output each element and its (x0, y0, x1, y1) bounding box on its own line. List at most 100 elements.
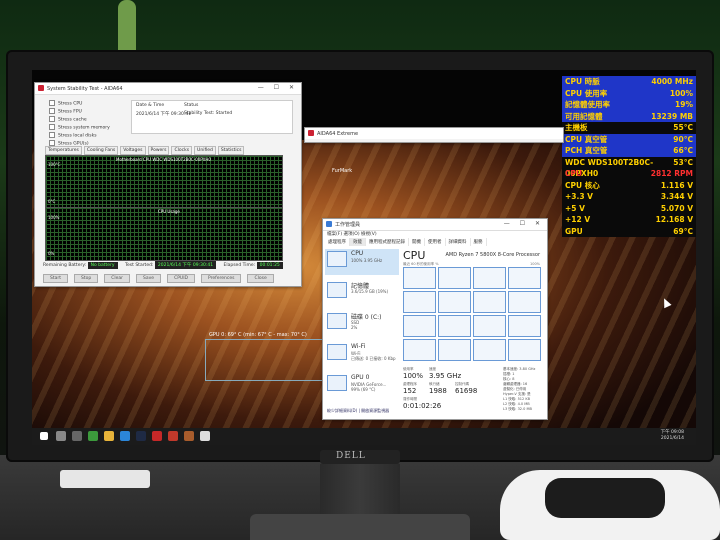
tm-resource-item[interactable]: GPU 0 NVIDIA GeForce... 99% (69 °C) (325, 373, 399, 399)
osd-row: 記憶體使用率 19% (562, 99, 696, 111)
tm-resource-item[interactable]: 磁碟 0 (C:) SSD 2% (325, 311, 399, 337)
task-manager-taskbar-icon[interactable] (200, 431, 210, 441)
cpu-heading: CPU (403, 249, 426, 262)
cpu-model: AMD Ryzen 7 5800X 8-Core Processor (445, 252, 540, 258)
resource-subtitle: 100% 3.95 GHz (351, 258, 383, 263)
furmark-fps-readout: FurMark (332, 168, 353, 174)
wechat-icon[interactable] (88, 431, 98, 441)
checkbox-icon[interactable] (49, 116, 55, 122)
aida-extreme-window[interactable]: AIDA64 Extreme (304, 127, 564, 143)
stress-option[interactable]: Stress FPU (49, 108, 110, 116)
usage-grid (46, 208, 282, 260)
steam-icon[interactable] (136, 431, 146, 441)
checkbox-icon[interactable] (49, 124, 55, 130)
stability-tab[interactable]: Cooling Fans (83, 146, 119, 155)
tm-titlebar[interactable]: 工作管理員 — ☐ ✕ (323, 219, 547, 231)
stress-option-label: Stress CPU (58, 101, 83, 107)
info-status: Stability Test: Started (184, 111, 233, 116)
osd-value: 1.116 V (660, 180, 693, 190)
aida64-taskbar-icon[interactable] (152, 431, 162, 441)
stability-tab[interactable]: Unified (194, 146, 216, 155)
resource-title: GPU 0 (351, 374, 370, 381)
tm-menubar[interactable]: 檔案(F) 選項(O) 檢視(V) (327, 231, 377, 237)
resource-thumbnail (327, 251, 347, 267)
system-tray-clock[interactable]: 下午 09:08 2021/6/14 (661, 430, 684, 442)
stress-options-list[interactable]: Stress CPU Stress FPU Stress cache Stress s… (49, 100, 110, 148)
core-usage-graph (438, 291, 471, 313)
stability-title: System Stability Test - AIDA64 (47, 85, 123, 92)
osd-value: 55°C (673, 123, 693, 132)
osd-row: GPU 69°C (562, 225, 696, 237)
tm-tab[interactable]: 服務 (471, 238, 487, 246)
osd-row: CPU 時脈 4000 MHz (562, 76, 696, 88)
tm-resource-list[interactable]: CPU 100% 3.95 GHz 記憶體 3.6/15.9 GB (19%) 磁碟 0… (325, 249, 399, 404)
stability-tab[interactable]: Powers (147, 146, 170, 155)
checkbox-icon[interactable] (49, 108, 55, 114)
stability-tab[interactable]: Statistics (217, 146, 245, 155)
controller-touchpad (545, 478, 665, 518)
tm-tab[interactable]: 使用者 (425, 238, 446, 246)
stability-tab[interactable]: Temperatures (45, 146, 82, 155)
tm-window-controls[interactable]: — ☐ ✕ (504, 220, 544, 227)
tm-footer-links[interactable]: 較少詳細資料(D) | 開啟資源監視器 (327, 408, 389, 414)
window-controls[interactable]: — ☐ ✕ (258, 84, 298, 91)
core-usage-graph (403, 291, 436, 313)
app-taskbar-icon[interactable] (184, 431, 194, 441)
stability-info-table: Date & Time Status 2021/6/14 下午 09:30:41… (131, 100, 293, 134)
checkbox-icon[interactable] (49, 100, 55, 106)
tm-tabs[interactable]: 處理程序 效能 應用程式歷程記錄 開機 使用者 詳細資料 服務 (325, 238, 487, 246)
stability-button[interactable]: Start (43, 274, 68, 283)
file-explorer-icon[interactable] (104, 431, 114, 441)
tm-tab[interactable]: 開機 (409, 238, 425, 246)
tm-tab[interactable]: 詳細資料 (446, 238, 471, 246)
tm-resource-item[interactable]: CPU 100% 3.95 GHz (325, 249, 399, 275)
osd-row: WDC WDS100T2B0C-00PXH0 53°C (562, 156, 696, 179)
edge-icon[interactable] (120, 431, 130, 441)
stability-tab[interactable]: Clocks (171, 146, 193, 155)
cpu-detail-line: L3 快取: 32.0 MB (503, 407, 532, 411)
tm-resource-item[interactable]: Wi-Fi Wi-Fi 已傳送: 0 已接收: 0 Kbp (325, 342, 399, 368)
resource-subtitle: Wi-Fi 已傳送: 0 已接收: 0 Kbp (351, 351, 396, 361)
stability-tab[interactable]: Voltages (120, 146, 146, 155)
osd-label: WDC WDS100T2B0C-00PXH0 (565, 157, 654, 179)
stability-button[interactable]: Clear (104, 274, 131, 283)
stress-option[interactable]: Stress CPU (49, 100, 110, 108)
stability-buttons[interactable]: Start Stop Clear Save CPUID Preferences Close (43, 274, 274, 283)
tm-tab[interactable]: 應用程式歷程記錄 (366, 238, 409, 246)
stability-button[interactable]: Stop (74, 274, 99, 283)
stability-test-window[interactable]: System Stability Test - AIDA64 — ☐ ✕ Str… (34, 82, 302, 287)
search-icon[interactable] (56, 431, 66, 441)
usage-title: CPU Usage (158, 209, 180, 214)
osd-label: CPU 時脈 (565, 77, 600, 86)
usage-axis-bottom: 0% (48, 251, 55, 256)
task-manager-window[interactable]: 工作管理員 — ☐ ✕ 檔案(F) 選項(O) 檢視(V) 處理程序 效能 應用程式… (322, 218, 548, 420)
osd-row: 主機板 55°C (562, 122, 696, 134)
task-view-icon[interactable] (72, 431, 82, 441)
windows-taskbar[interactable]: 下午 09:08 2021/6/14 (32, 428, 696, 445)
core-graphs (403, 267, 541, 361)
cpu-stats: 使用率 100% 速度 3.95 GHz 處理程序 152 執行緒 1988 控… (403, 367, 503, 417)
start-icon[interactable] (40, 432, 48, 440)
core-usage-graph (403, 339, 436, 361)
tm-title: 工作管理員 (335, 222, 361, 228)
stability-titlebar[interactable]: System Stability Test - AIDA64 — ☐ ✕ (35, 83, 301, 95)
stress-option-label: Stress FPU (58, 109, 82, 115)
tm-tab[interactable]: 效能 (350, 238, 366, 246)
cpu-usage-graph: CPU Usage 100% 0% (45, 207, 283, 261)
resource-title: Wi-Fi (351, 343, 366, 350)
stability-button[interactable]: Preferences (201, 274, 242, 283)
checkbox-icon[interactable] (49, 132, 55, 138)
tm-resource-item[interactable]: 記憶體 3.6/15.9 GB (19%) (325, 280, 399, 306)
stress-option[interactable]: Stress cache (49, 116, 110, 124)
stability-button[interactable]: Close (247, 274, 274, 283)
furmark-taskbar-icon[interactable] (168, 431, 178, 441)
core-usage-graph (403, 267, 436, 289)
stability-button[interactable]: Save (136, 274, 162, 283)
stability-tabs[interactable]: Temperatures Cooling Fans Voltages Powers Cl… (45, 146, 245, 155)
tm-tab[interactable]: 處理程序 (325, 238, 350, 246)
aida-titlebar[interactable]: AIDA64 Extreme (305, 128, 563, 139)
monitor-stand-base (250, 514, 470, 540)
stress-option[interactable]: Stress local disks (49, 132, 110, 140)
stability-button[interactable]: CPUID (167, 274, 196, 283)
stress-option[interactable]: Stress system memory (49, 124, 110, 132)
